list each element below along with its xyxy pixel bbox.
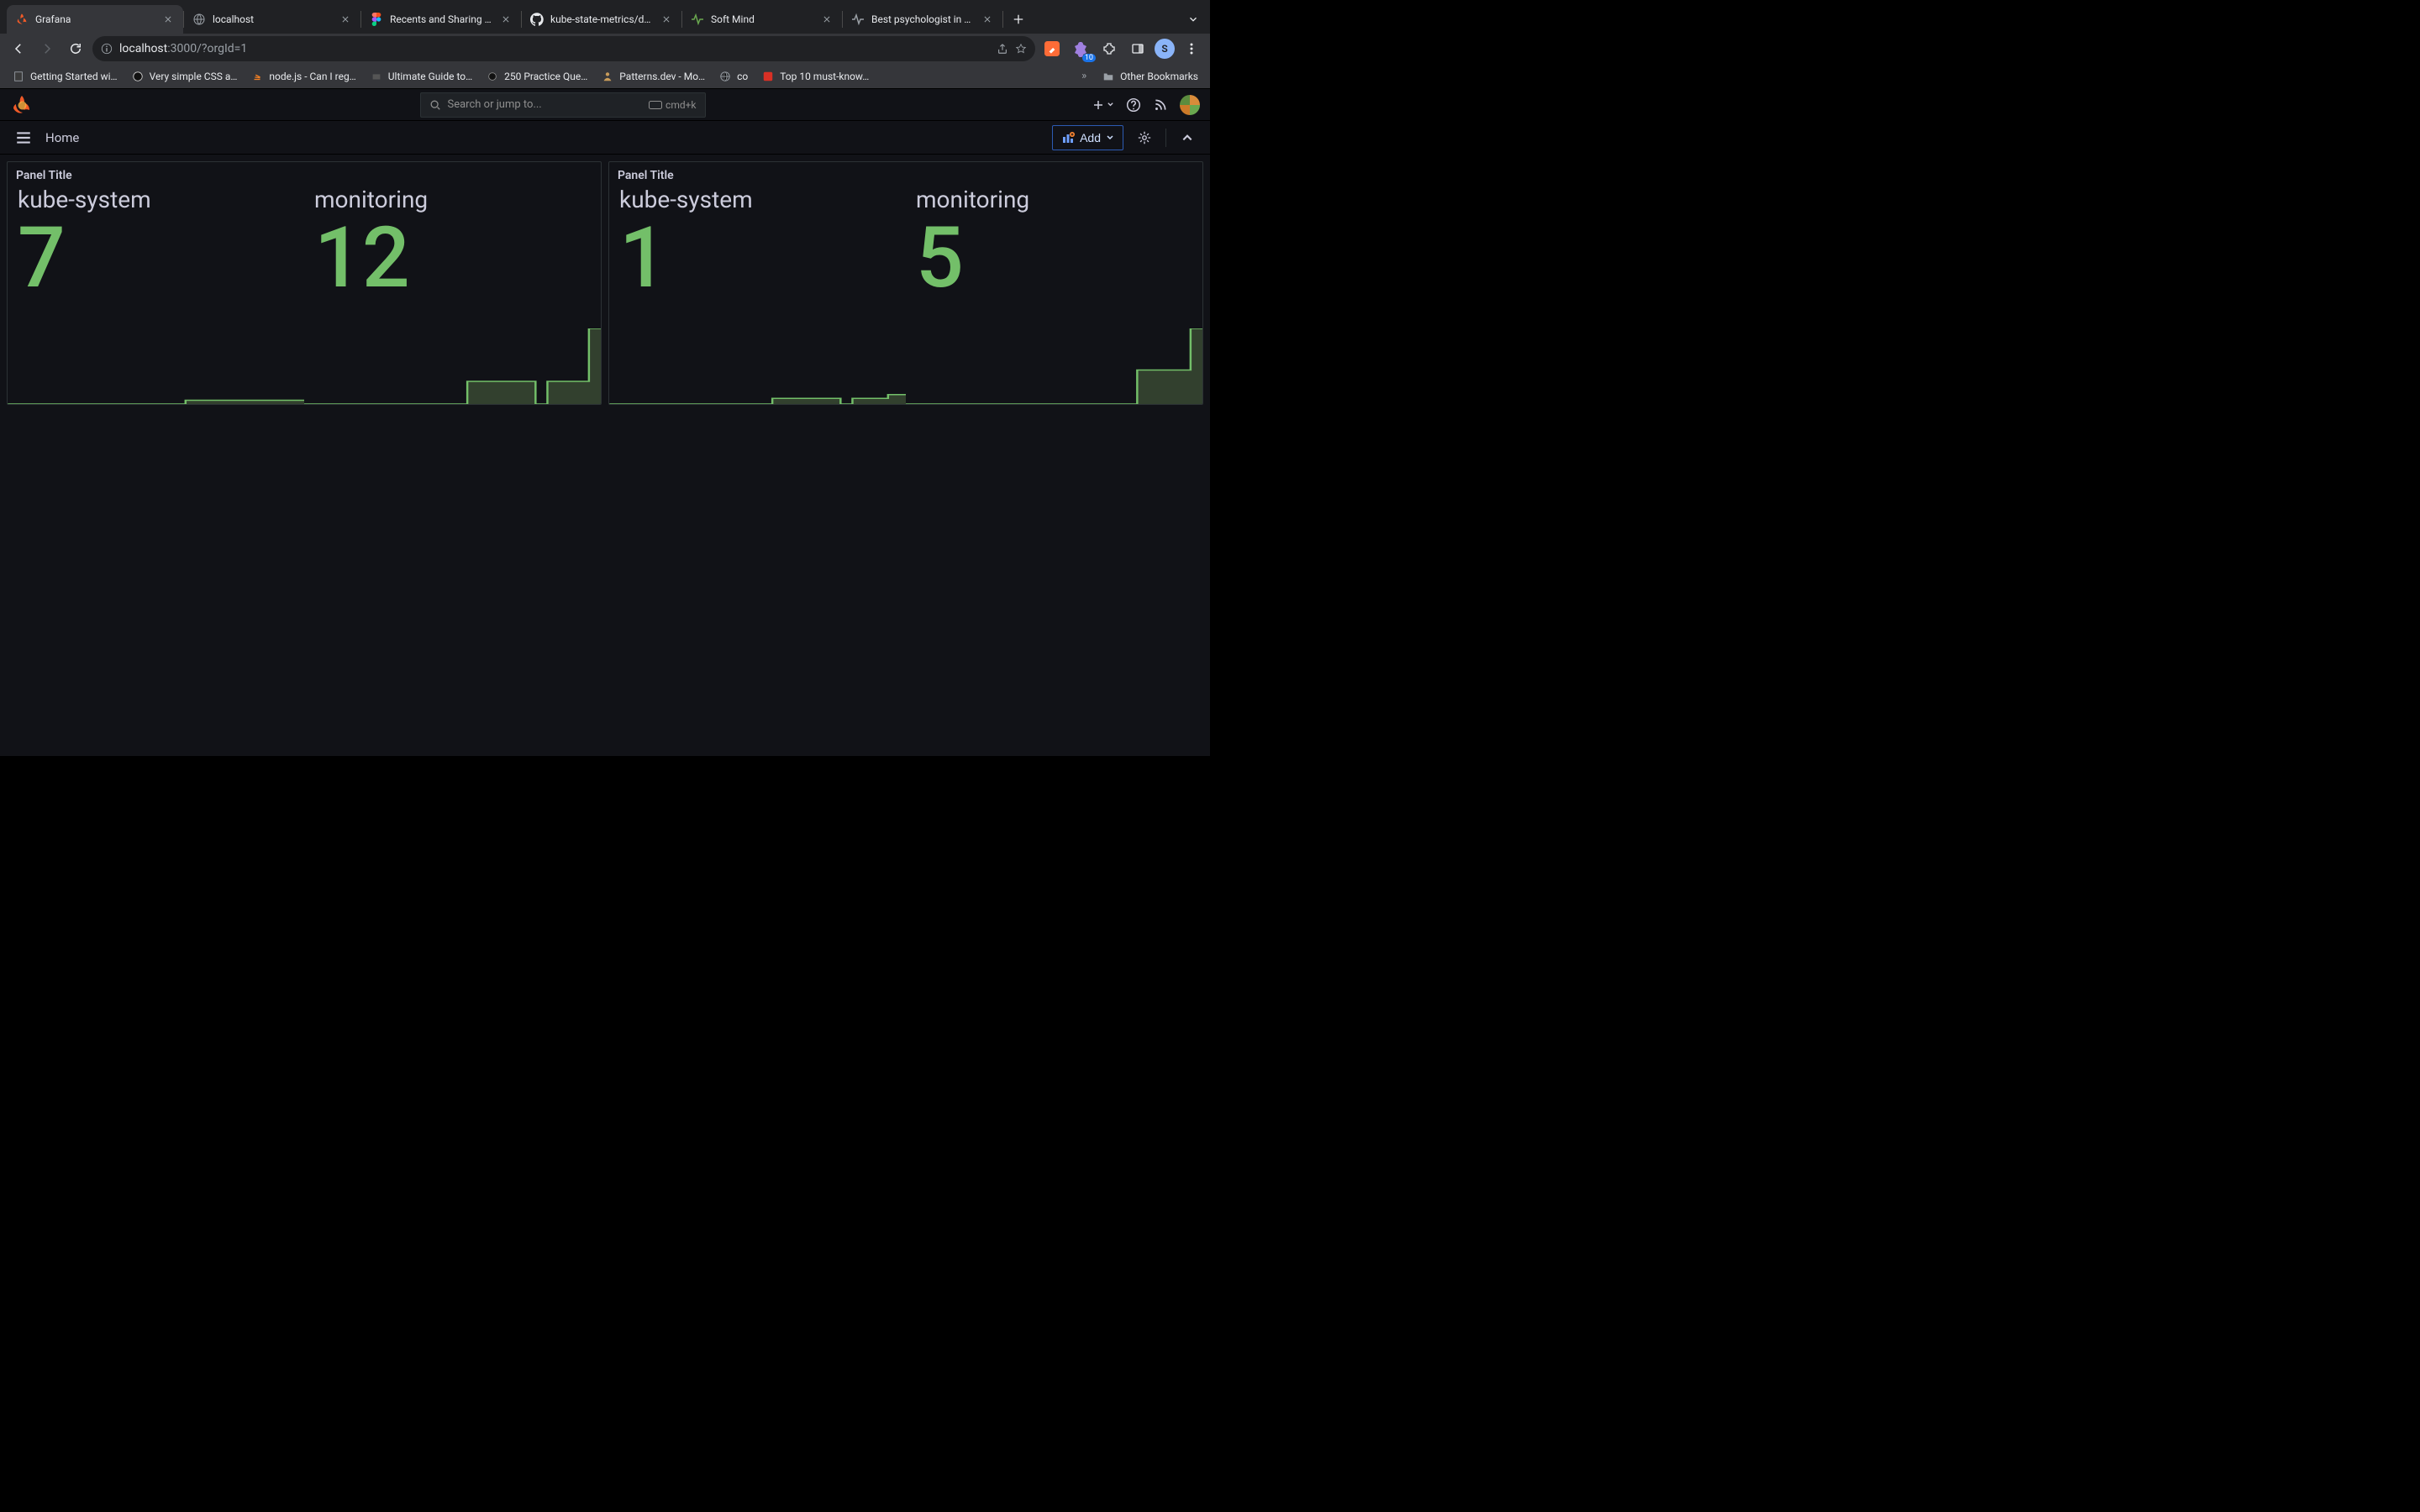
box-icon [370, 70, 383, 83]
browser-tab-softmind[interactable]: Soft Mind [682, 5, 842, 34]
globe-icon [192, 13, 206, 26]
stackoverflow-icon [250, 70, 264, 83]
tab-title: kube-state-metrics/docs/p… [550, 13, 653, 25]
panel-title: Panel Title [8, 162, 601, 182]
pulse-icon [691, 13, 704, 26]
bookmarks-bar: Getting Started wi… Very simple CSS a… n… [0, 64, 1210, 89]
browser-toolbar: localhost:3000/?orgId=1 10 S [0, 34, 1210, 64]
sparkline [906, 328, 1202, 404]
tab-title: Best psychologist in Kochi, [871, 13, 974, 25]
grafana-app: Search or jump to... cmd+k Home [0, 89, 1210, 756]
bookmark-star-icon[interactable] [1015, 43, 1027, 55]
site-info-icon[interactable] [101, 43, 113, 55]
help-icon[interactable] [1126, 97, 1141, 113]
stat-value: 5 [916, 217, 1192, 301]
divider [1165, 129, 1166, 147]
sparkline [304, 328, 601, 404]
browser-tabstrip: Grafana localhost Recents and Sharing – … [0, 0, 1210, 34]
panel-title: Panel Title [609, 162, 1202, 182]
search-placeholder: Search or jump to... [448, 98, 542, 111]
doc-icon [12, 70, 25, 83]
stat-monitoring: monitoring 5 [906, 182, 1202, 404]
back-button[interactable] [7, 37, 30, 60]
bookmark-item[interactable]: Very simple CSS a… [126, 66, 243, 87]
badge-count: 10 [1082, 54, 1096, 62]
bookmark-item[interactable]: co [713, 66, 753, 87]
chrome-menu-button[interactable] [1180, 37, 1203, 60]
pulse-icon [851, 13, 865, 26]
dashboard-panels: Panel Title kube-system 7 monitoring 12 [0, 155, 1210, 412]
stat-kube-system: kube-system 1 [609, 182, 906, 404]
collapse-icon[interactable] [1175, 125, 1200, 150]
tab-separator [1002, 11, 1003, 28]
forward-button[interactable] [35, 37, 59, 60]
browser-tab-figma[interactable]: Recents and Sharing – Fig… [361, 5, 521, 34]
close-icon[interactable] [499, 13, 513, 26]
css-icon [131, 70, 145, 83]
side-panel-button[interactable] [1126, 37, 1150, 60]
share-icon[interactable] [997, 43, 1008, 55]
red-icon [761, 70, 775, 83]
extension-postman[interactable] [1040, 37, 1064, 60]
tab-title: localhost [213, 13, 332, 25]
extension-badge[interactable]: 10 [1069, 37, 1092, 60]
bookmark-item[interactable]: Ultimate Guide to… [365, 66, 477, 87]
search-icon [429, 99, 441, 111]
github-icon [530, 13, 544, 26]
stat-kube-system: kube-system 7 [8, 182, 304, 404]
add-panel-button[interactable]: Add [1052, 125, 1123, 150]
sparkline [609, 328, 906, 404]
other-bookmarks[interactable]: Other Bookmarks [1097, 66, 1203, 87]
close-icon[interactable] [981, 13, 994, 26]
browser-tab-psychologist[interactable]: Best psychologist in Kochi, [843, 5, 1002, 34]
bookmark-item[interactable]: node.js - Can I reg… [245, 66, 360, 87]
grafana-subheader: Home Add [0, 121, 1210, 155]
close-icon[interactable] [339, 13, 352, 26]
sparkline [8, 328, 304, 404]
bookmark-item[interactable]: Patterns.dev - Mo… [596, 66, 710, 87]
grafana-search[interactable]: Search or jump to... cmd+k [420, 92, 706, 118]
tab-title: Recents and Sharing – Fig… [390, 13, 492, 25]
person-icon [601, 70, 614, 83]
extensions-button[interactable] [1097, 37, 1121, 60]
bookmark-item[interactable]: Getting Started wi… [7, 66, 123, 87]
stat-value: 12 [314, 217, 591, 301]
stat-value: 7 [18, 217, 294, 301]
bookmarks-overflow-icon[interactable]: » [1076, 70, 1092, 82]
browser-tab-localhost[interactable]: localhost [184, 5, 360, 34]
tab-title: Soft Mind [711, 13, 813, 25]
panel[interactable]: Panel Title kube-system 1 monitoring 5 [608, 161, 1203, 405]
close-icon[interactable] [660, 13, 673, 26]
figma-icon [370, 13, 383, 26]
profile-avatar[interactable]: S [1155, 39, 1175, 59]
dot-icon [486, 70, 499, 83]
menu-icon[interactable] [10, 124, 37, 151]
browser-tab-github[interactable]: kube-state-metrics/docs/p… [522, 5, 681, 34]
url-bar[interactable]: localhost:3000/?orgId=1 [92, 36, 1035, 61]
news-icon[interactable] [1153, 97, 1168, 113]
bookmark-item[interactable]: Top 10 must-know… [756, 66, 874, 87]
breadcrumb[interactable]: Home [45, 130, 79, 145]
close-icon[interactable] [820, 13, 834, 26]
grafana-create-button[interactable] [1092, 98, 1114, 112]
tab-list-button[interactable] [1181, 8, 1205, 31]
stat-value: 1 [619, 217, 896, 301]
globe-icon [718, 70, 732, 83]
reload-button[interactable] [64, 37, 87, 60]
grafana-header: Search or jump to... cmd+k [0, 89, 1210, 121]
grafana-icon [15, 13, 29, 26]
stat-monitoring: monitoring 12 [304, 182, 601, 404]
new-tab-button[interactable] [1007, 8, 1030, 31]
search-kbd: cmd+k [649, 99, 696, 111]
settings-icon[interactable] [1132, 125, 1157, 150]
panel[interactable]: Panel Title kube-system 7 monitoring 12 [7, 161, 602, 405]
grafana-user-avatar[interactable] [1180, 95, 1200, 115]
close-icon[interactable] [161, 13, 175, 26]
bookmark-item[interactable]: 250 Practice Que… [481, 66, 592, 87]
browser-tab-grafana[interactable]: Grafana [7, 5, 183, 34]
folder-icon [1102, 70, 1115, 83]
tab-title: Grafana [35, 13, 155, 25]
grafana-logo-icon[interactable] [10, 93, 34, 117]
url-text: localhost:3000/?orgId=1 [119, 42, 990, 55]
